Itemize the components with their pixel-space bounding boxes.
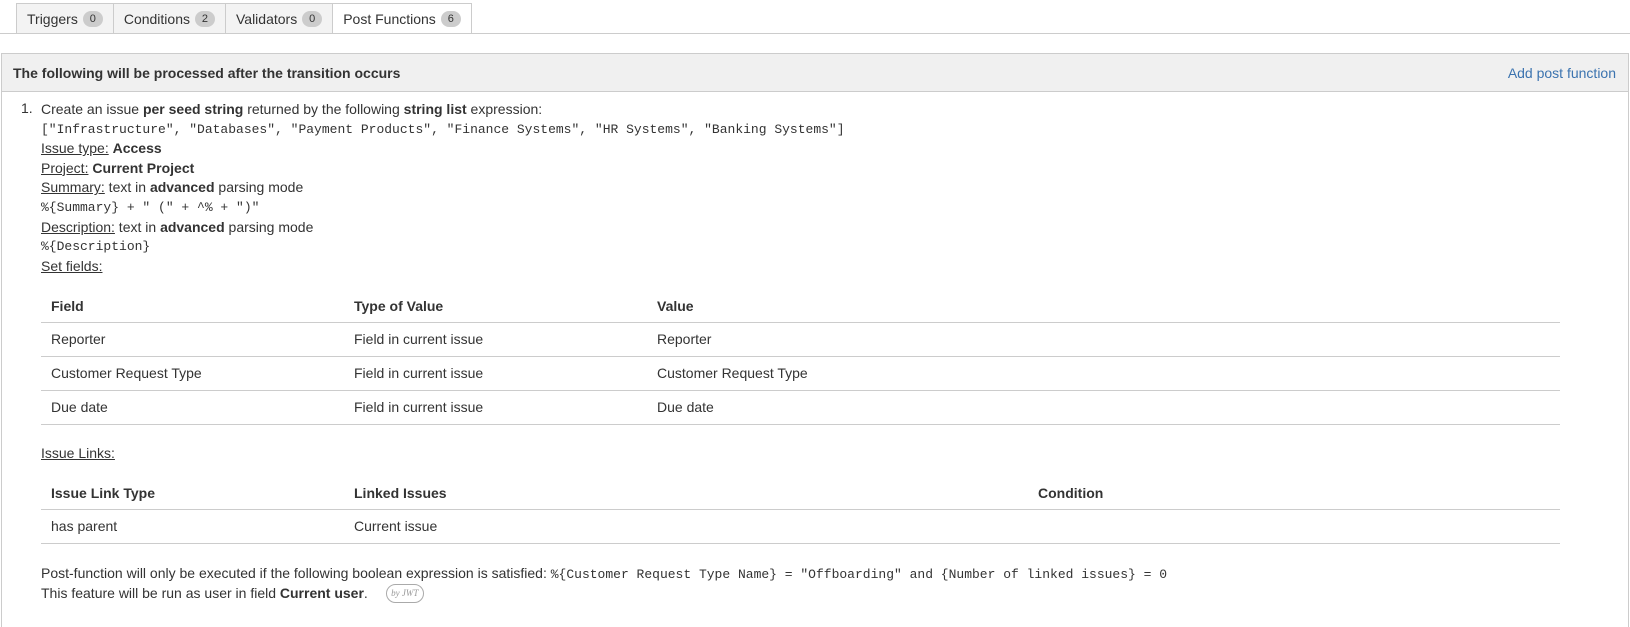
- table-cell: has parent: [41, 509, 344, 544]
- intro-line: Create an issue per seed string returned…: [41, 100, 1627, 120]
- table-row: Reporter Field in current issue Reporter: [41, 322, 1560, 357]
- issue-links-table: Issue Link Type Linked Issues Condition …: [41, 476, 1560, 544]
- jwt-logo: by JWT: [385, 584, 424, 604]
- condition-line: Post-function will only be executed if t…: [41, 564, 1627, 584]
- issue-type-line: Issue type: Access: [41, 139, 1627, 159]
- table-cell: Customer Request Type: [647, 356, 1560, 391]
- seed-expression: ["Infrastructure", "Databases", "Payment…: [41, 121, 845, 137]
- tab-conditions[interactable]: Conditions 2: [112, 3, 225, 34]
- column-header: Issue Link Type: [41, 476, 344, 510]
- table-header-row: Field Type of Value Value: [41, 289, 1560, 323]
- column-header: Condition: [1028, 476, 1560, 510]
- count-badge: 0: [302, 10, 323, 27]
- table-cell: Reporter: [647, 322, 1560, 357]
- description-label: Description:: [41, 218, 115, 235]
- intro-text: Create an issue: [41, 101, 143, 117]
- table-cell: Field in current issue: [344, 356, 647, 391]
- table-cell: Field in current issue: [344, 322, 647, 357]
- tab-validators[interactable]: Validators 0: [224, 3, 333, 34]
- summary-line: Summary: text in advanced parsing mode: [41, 178, 1627, 198]
- count-badge: 2: [194, 10, 215, 27]
- run-as-line: This feature will be run as user in fiel…: [41, 584, 1627, 604]
- project-line: Project: Current Project: [41, 159, 1627, 179]
- description-text: text in: [114, 218, 161, 235]
- table-row: has parent Current issue: [41, 509, 1560, 544]
- description-mode: advanced: [160, 218, 225, 235]
- panel-title: The following will be processed after th…: [13, 64, 401, 81]
- table-cell: Field in current issue: [344, 390, 647, 425]
- add-post-function-link[interactable]: Add post function: [1508, 65, 1616, 81]
- count-badge: 6: [440, 10, 461, 27]
- summary-text: parsing mode: [214, 179, 304, 196]
- summary-text: text in: [104, 179, 150, 196]
- condition-text: Post-function will only be executed if t…: [41, 564, 551, 581]
- intro-text: expression:: [466, 101, 543, 117]
- project-value: Current Project: [92, 159, 195, 176]
- intro-bold: string list: [403, 101, 467, 117]
- summary-expression: %{Summary} + " (" + ^% + ")": [41, 199, 260, 215]
- condition-expression: %{Customer Request Type Name} = "Offboar…: [550, 566, 1168, 582]
- count-badge: 0: [82, 10, 103, 27]
- description-line: Description: text in advanced parsing mo…: [41, 218, 1627, 238]
- panel-header: The following will be processed after th…: [2, 54, 1628, 92]
- item-number: 1.: [21, 100, 33, 116]
- tab-label: Validators: [235, 10, 298, 27]
- issue-type-label: Issue type:: [41, 140, 109, 157]
- tab-post-functions[interactable]: Post Functions 6: [332, 3, 472, 34]
- set-fields-label: Set fields:: [41, 257, 103, 274]
- tab-label: Triggers: [27, 10, 78, 27]
- table-cell: Due date: [647, 390, 1560, 425]
- intro-bold: per seed string: [142, 101, 244, 117]
- table-row: Due date Field in current issue Due date: [41, 390, 1560, 425]
- post-functions-panel: The following will be processed after th…: [1, 53, 1629, 627]
- table-row: Customer Request Type Field in current i…: [41, 356, 1560, 391]
- description-text: parsing mode: [224, 218, 314, 235]
- issue-links-line: Issue Links:: [41, 444, 1627, 464]
- intro-text: returned by the following: [243, 101, 404, 117]
- column-header: Type of Value: [344, 289, 647, 323]
- column-header: Field: [41, 289, 344, 323]
- tab-divider: [0, 33, 1630, 34]
- table-cell: Due date: [41, 390, 344, 425]
- table-cell: Customer Request Type: [41, 356, 344, 391]
- tab-bar: Triggers 0 Conditions 2 Validators 0 Pos…: [16, 3, 472, 34]
- column-header: Value: [647, 289, 1560, 323]
- tab-triggers[interactable]: Triggers 0: [16, 3, 113, 34]
- tab-label: Post Functions: [343, 10, 436, 27]
- item-content: Create an issue per seed string returned…: [41, 100, 1627, 604]
- table-cell: Current issue: [344, 509, 1028, 544]
- summary-mode: advanced: [149, 179, 215, 196]
- issue-type-value: Access: [112, 140, 162, 157]
- table-cell: [1028, 509, 1560, 544]
- set-fields-table: Field Type of Value Value Reporter Field…: [41, 289, 1560, 425]
- summary-label: Summary:: [41, 179, 105, 196]
- column-header: Linked Issues: [344, 476, 1028, 510]
- project-label: Project:: [41, 159, 89, 176]
- run-as-user: Current user: [279, 584, 364, 601]
- run-as-text: .: [363, 584, 368, 601]
- set-fields-line: Set fields:: [41, 257, 1627, 277]
- table-header-row: Issue Link Type Linked Issues Condition: [41, 476, 1560, 510]
- issue-links-label: Issue Links:: [41, 444, 115, 461]
- table-cell: Reporter: [41, 322, 344, 357]
- tab-label: Conditions: [123, 10, 190, 27]
- description-expression: %{Description}: [41, 239, 151, 255]
- run-as-text: This feature will be run as user in fiel…: [41, 584, 280, 601]
